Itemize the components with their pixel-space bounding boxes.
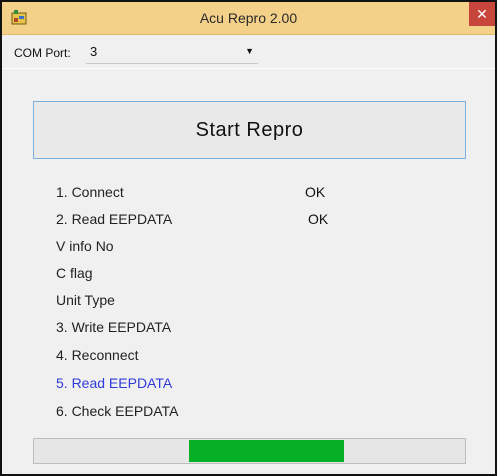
step-read-eepdata: 2. Read EEPDATA <box>56 211 173 227</box>
step-read-eepdata-result: OK <box>308 211 329 227</box>
com-port-value: 3 <box>90 44 98 59</box>
step-read-eepdata-2: 5. Read EEPDATA <box>56 375 173 391</box>
progress-fill <box>189 440 345 462</box>
step-write-eepdata: 3. Write EEPDATA <box>56 319 172 335</box>
step-reconnect: 4. Reconnect <box>56 347 139 363</box>
app-window: Acu Repro 2.00 ✕ COM Port: 3 ▼ Start Rep… <box>0 0 497 476</box>
progress-bar <box>33 438 466 464</box>
step-v-info-no: V info No <box>56 238 114 254</box>
dropdown-arrow-icon: ▼ <box>245 46 254 56</box>
com-port-row: COM Port: 3 ▼ <box>2 35 495 69</box>
step-connect: 1. Connect <box>56 184 124 200</box>
start-repro-label: Start Repro <box>195 119 304 141</box>
title-bar[interactable]: Acu Repro 2.00 ✕ <box>2 2 495 35</box>
com-port-select[interactable]: 3 ▼ <box>86 41 258 64</box>
step-unit-type: Unit Type <box>56 292 115 308</box>
window-title: Acu Repro 2.00 <box>199 10 298 26</box>
com-port-label: COM Port: <box>14 46 71 60</box>
step-connect-result: OK <box>305 184 326 200</box>
start-repro-button[interactable]: Start Repro <box>33 101 466 159</box>
step-check-eepdata: 6. Check EEPDATA <box>56 403 179 419</box>
step-c-flag: C flag <box>56 265 93 281</box>
close-button[interactable]: ✕ <box>469 2 495 26</box>
